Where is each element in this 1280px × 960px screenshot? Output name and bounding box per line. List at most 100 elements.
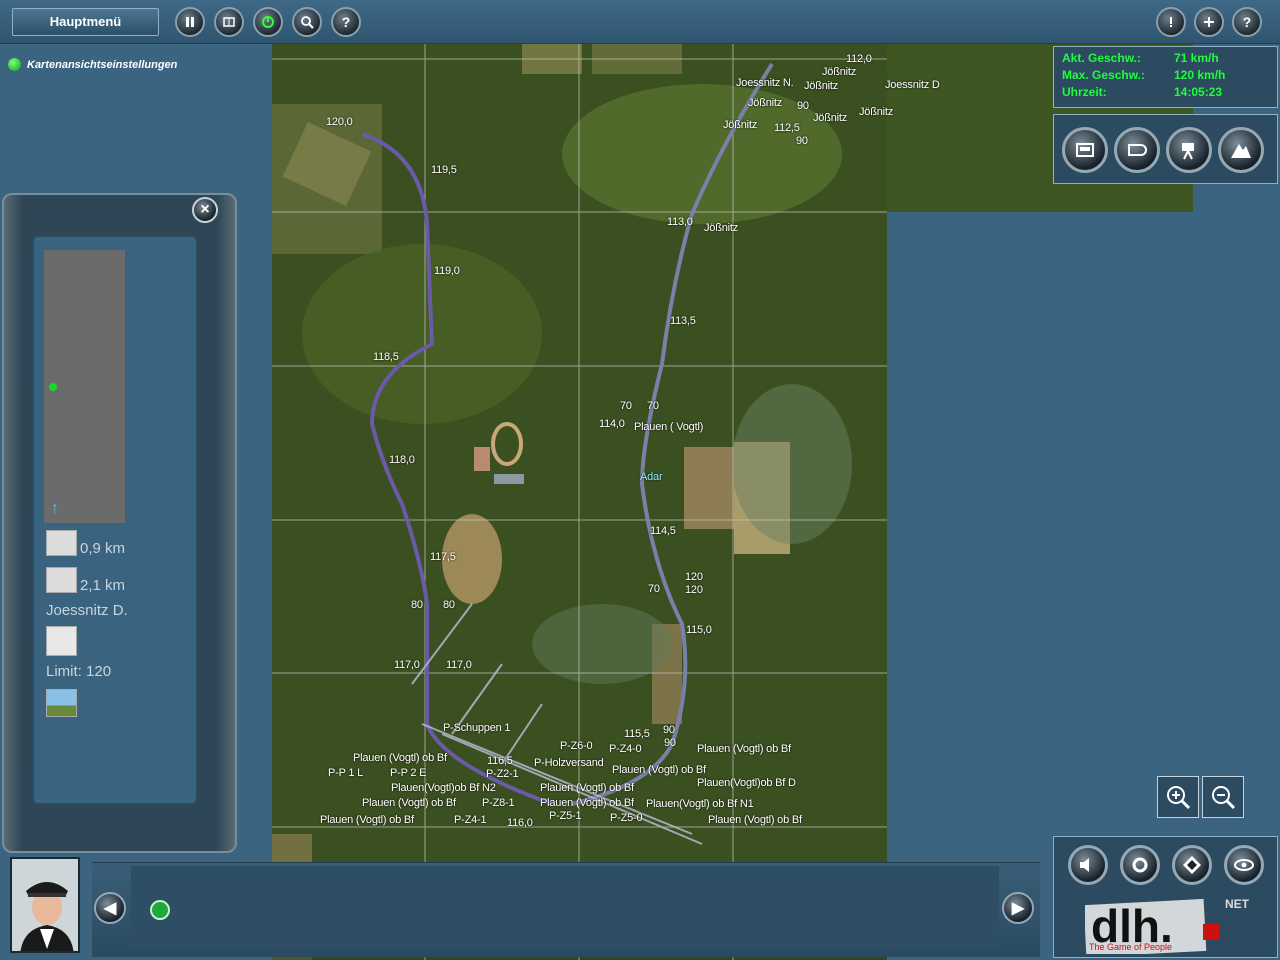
map-label: P-Z4-0 <box>609 743 642 755</box>
map-label: Jößnitz <box>804 80 839 92</box>
power-icon <box>262 16 274 28</box>
map-label: 90 <box>663 724 675 736</box>
settings-button[interactable] <box>1120 845 1160 885</box>
map-label: P-P 1 L <box>328 767 364 779</box>
speed-limit: Limit: 120 <box>46 663 112 680</box>
map-label: 113,5 <box>670 315 696 327</box>
arrow-right-icon: ▶ <box>1011 900 1025 917</box>
map-label: 120,0 <box>326 116 353 128</box>
camera-view-button[interactable] <box>1166 127 1212 173</box>
map-label: P-Z6-0 <box>560 740 593 752</box>
speaker-icon <box>1080 858 1089 872</box>
map-label: 112,5 <box>774 122 800 134</box>
plus-icon <box>1204 17 1214 27</box>
message-area <box>131 866 999 948</box>
map-label: Joessnitz D <box>885 79 940 91</box>
position-marker <box>49 383 57 391</box>
map-label: Plauen (Vogtl) ob Bf <box>320 814 414 826</box>
logo-net: NET <box>1225 897 1250 911</box>
diamond-icon <box>1183 856 1201 874</box>
train-view-button[interactable] <box>1114 127 1160 173</box>
map-label: 117,0 <box>394 659 420 671</box>
close-panel-button[interactable]: × <box>192 197 218 223</box>
logo-graphic: dlh. NET The Game of People <box>1083 897 1250 958</box>
landscape-view-button[interactable] <box>1218 127 1264 173</box>
gear-icon <box>1132 857 1148 873</box>
zoom-in-icon <box>1167 786 1191 810</box>
current-speed-label: Akt. Geschw.: <box>1062 51 1141 65</box>
train-icon <box>1128 144 1147 156</box>
map-label: 70 <box>648 583 660 595</box>
help-button[interactable]: ? <box>331 7 361 37</box>
map-label: Adar <box>640 471 663 483</box>
map-label: Plauen(Vogtl) ob Bf N1 <box>646 798 754 810</box>
speed-info-panel: Akt. Geschw.: 71 km/h Max. Geschw.: 120 km… <box>1053 46 1278 108</box>
distance-icon <box>46 567 77 593</box>
map-label: 90 <box>664 737 676 749</box>
top-toolbar: Hauptmenü ? ? <box>0 0 1280 44</box>
map-label: 90 <box>796 135 808 147</box>
signal-button[interactable] <box>1172 845 1212 885</box>
map-label: 114,0 <box>599 418 625 430</box>
driver-avatar[interactable] <box>10 857 80 953</box>
pause-button[interactable] <box>175 7 205 37</box>
map-label: 113,0 <box>667 216 693 228</box>
signal-icon <box>46 689 77 717</box>
add-button[interactable] <box>1194 7 1224 37</box>
max-speed-value: 120 km/h <box>1174 68 1226 82</box>
power-button[interactable] <box>253 7 283 37</box>
map-button[interactable] <box>214 7 244 37</box>
map-label: 119,0 <box>434 265 460 277</box>
map-label: Plauen ( Vogtl) <box>634 421 704 433</box>
map-label: 70 <box>620 400 632 412</box>
map-label: P-Z4-1 <box>454 814 487 826</box>
view-buttons-panel <box>1053 114 1278 184</box>
green-dot-icon <box>8 58 21 71</box>
help-button-right[interactable]: ? <box>1232 7 1262 37</box>
sound-button[interactable] <box>1068 845 1108 885</box>
map-settings-label: Kartenansichtseinstellungen <box>27 58 178 71</box>
main-menu-button[interactable]: Hauptmenü <box>12 8 159 36</box>
map-label: Jößnitz <box>813 112 848 124</box>
camera-icon <box>1182 143 1194 160</box>
map-label: Plauen(Vogtl)ob Bf N2 <box>391 782 496 794</box>
logo-tagline: The Game of People <box>1089 942 1172 952</box>
search-button[interactable] <box>292 7 322 37</box>
info-button[interactable] <box>1156 7 1186 37</box>
next-message-button[interactable]: ▶ <box>1002 892 1034 924</box>
map-label: 114,5 <box>650 525 676 537</box>
map-label: 120 <box>685 571 703 583</box>
cab-view-button[interactable] <box>1062 127 1108 173</box>
map-label: P-Z5-1 <box>549 810 582 822</box>
map-view-settings[interactable]: Kartenansichtseinstellungen <box>8 58 177 71</box>
map-label: 118,5 <box>373 351 399 363</box>
map-label: Jößnitz <box>704 222 739 234</box>
zoom-in-button[interactable] <box>1157 776 1199 818</box>
map-label: 115,5 <box>624 728 650 740</box>
map-label: 70 <box>647 400 659 412</box>
help-icon: ? <box>1242 14 1252 30</box>
map-icon <box>223 17 235 27</box>
map-label: Jößnitz <box>723 119 758 131</box>
mountain-icon <box>1231 144 1251 158</box>
time-value: 14:05:23 <box>1174 85 1223 99</box>
zoom-out-icon <box>1212 786 1236 810</box>
map-label: Plauen (Vogtl) ob Bf <box>540 797 634 809</box>
help-icon: ? <box>341 14 351 30</box>
next-station: Joessnitz D. <box>46 602 128 619</box>
map-label: 80 <box>443 599 455 611</box>
eye-icon <box>1234 859 1254 871</box>
map-label: Plauen (Vogtl) ob Bf <box>697 743 791 755</box>
current-speed-value: 71 km/h <box>1174 51 1219 65</box>
eye-view-button[interactable] <box>1224 845 1264 885</box>
map-label: P-Holzversand <box>534 757 604 769</box>
zoom-out-button[interactable] <box>1202 776 1244 818</box>
previous-message-button[interactable]: ◀ <box>94 892 126 924</box>
map-label: 90 <box>797 100 809 112</box>
map-label: 116,0 <box>507 817 533 829</box>
up-arrow-icon: ↑ <box>51 500 59 517</box>
map-label: 112,0 <box>846 53 872 65</box>
refresh-button[interactable] <box>150 900 170 920</box>
map-label: Plauen (Vogtl) ob Bf <box>540 782 634 794</box>
map-label: P-P 2 E <box>390 767 427 779</box>
